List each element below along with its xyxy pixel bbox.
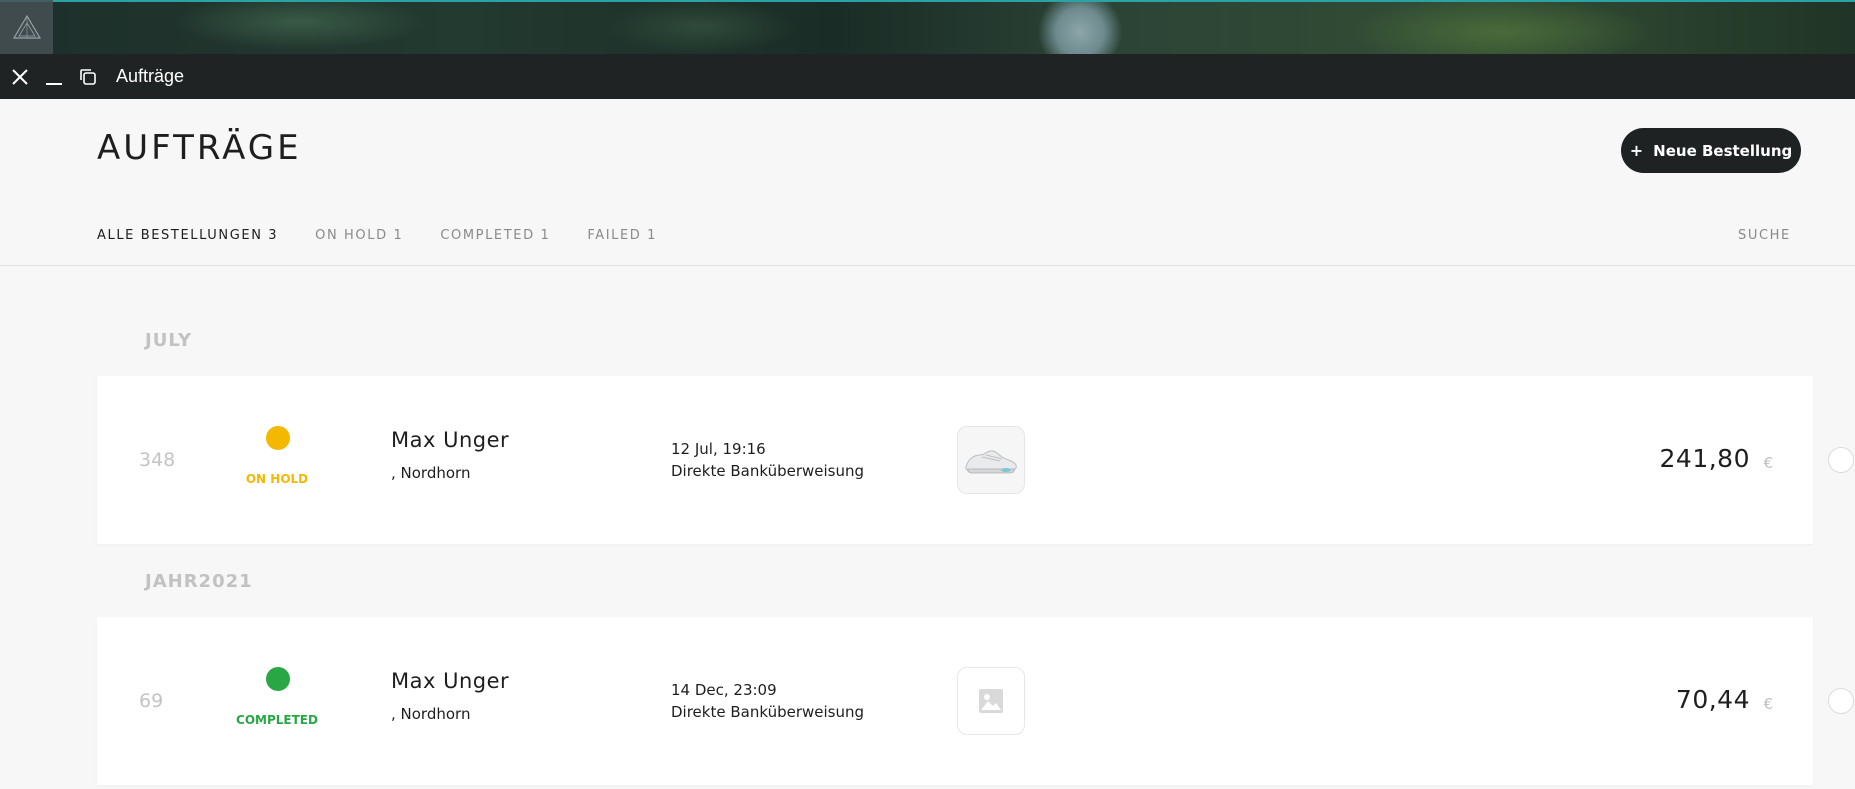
tab-all-orders[interactable]: ALLE BESTELLUNGEN 3 xyxy=(97,228,278,243)
currency-symbol: € xyxy=(1763,695,1773,713)
window-titlebar: Aufträge xyxy=(0,54,1855,99)
search-link[interactable]: SUCHE xyxy=(1738,228,1791,243)
status-badge: ON HOLD xyxy=(245,472,309,486)
tab-failed[interactable]: FAILED 1 xyxy=(587,228,657,243)
order-total: 70,44 xyxy=(1675,685,1750,714)
minimize-window-button[interactable] xyxy=(40,63,68,91)
group-heading-july: JULY xyxy=(145,330,193,351)
customer-name: Max Unger xyxy=(391,428,510,452)
close-window-button[interactable] xyxy=(6,63,34,91)
triangle-logo-icon xyxy=(12,14,41,39)
tab-completed[interactable]: COMPLETED 1 xyxy=(440,228,550,243)
order-row[interactable]: 348 ON HOLD Max Unger , Nordhorn 12 Jul,… xyxy=(97,376,1813,544)
order-row[interactable]: 69 COMPLETED Max Unger , Nordhorn 14 Dec… xyxy=(97,617,1813,785)
customer-city: , Nordhorn xyxy=(391,464,471,482)
order-date: 12 Jul, 19:16 xyxy=(671,440,766,458)
app-logo xyxy=(0,0,53,54)
close-icon xyxy=(12,68,28,85)
minimize-icon xyxy=(46,82,62,85)
product-thumbnail xyxy=(957,667,1025,735)
payment-method: Direkte Banküberweisung xyxy=(671,703,865,721)
order-number: 348 xyxy=(139,449,176,471)
background-photo xyxy=(0,0,1855,54)
order-filter-tabs: ALLE BESTELLUNGEN 3 ON HOLD 1 COMPLETED … xyxy=(97,228,694,243)
payment-method: Direkte Banküberweisung xyxy=(671,462,865,480)
order-total: 241,80 xyxy=(1659,444,1750,473)
status-dot-icon xyxy=(266,667,290,691)
currency-symbol: € xyxy=(1763,454,1773,472)
page-title: AUFTRÄGE xyxy=(97,128,302,168)
new-order-button[interactable]: + Neue Bestellung xyxy=(1621,128,1801,173)
tab-on-hold[interactable]: ON HOLD 1 xyxy=(315,228,403,243)
header-divider xyxy=(0,265,1855,266)
restore-window-button[interactable] xyxy=(74,63,102,91)
new-order-label: Neue Bestellung xyxy=(1653,141,1793,160)
row-select-checkbox[interactable] xyxy=(1828,688,1854,714)
customer-city: , Nordhorn xyxy=(391,705,471,723)
status-dot-icon xyxy=(266,426,290,450)
group-heading-year: JAHR2021 xyxy=(145,571,253,592)
window-title: Aufträge xyxy=(116,66,185,86)
row-select-checkbox[interactable] xyxy=(1828,447,1854,473)
image-placeholder-icon xyxy=(979,689,1003,713)
product-thumbnail xyxy=(957,426,1025,494)
restore-icon xyxy=(80,68,96,85)
plus-icon: + xyxy=(1629,141,1644,160)
status-badge: COMPLETED xyxy=(236,713,318,727)
order-number: 69 xyxy=(139,690,164,712)
sneaker-image xyxy=(965,450,1017,474)
customer-name: Max Unger xyxy=(391,669,510,693)
order-date: 14 Dec, 23:09 xyxy=(671,681,777,699)
